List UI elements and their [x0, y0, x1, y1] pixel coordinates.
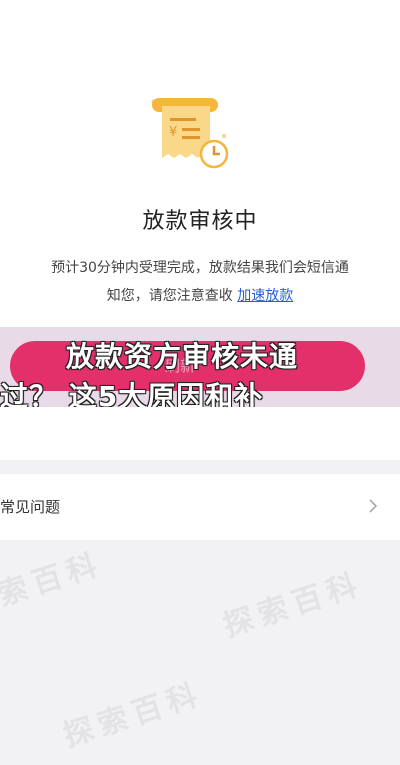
clock-icon [199, 139, 229, 169]
status-desc-line2-text: 知您，请您注意查收 [106, 288, 233, 304]
article-title-overlay: 刷新 放款资方审核未通 过？ 这5大原因和补 [0, 327, 400, 407]
watermark-text: 探索百科 [219, 566, 367, 645]
status-desc-line1: 预计30分钟内受理完成，放款结果我们会短信通 [51, 260, 349, 276]
watermark-text: 探索百科 [59, 676, 207, 755]
faq-label: 常见问题 [0, 498, 61, 516]
caption-line2: 过？ 这5大原因和补 [0, 380, 264, 407]
status-desc-line2: 知您，请您注意查收 加速放款 [0, 282, 400, 310]
watermark-text: 探索百科 [0, 546, 107, 625]
overlay-caption: 放款资方审核未通 过？ 这5大原因和补 [0, 337, 366, 407]
status-description: 预计30分钟内受理完成，放款结果我们会短信通 知您，请您注意查收 加速放款 [0, 254, 400, 310]
caption-line1: 放款资方审核未通 [66, 340, 299, 373]
speed-up-loan-link[interactable]: 加速放款 [237, 288, 293, 304]
status-title: 放款审核中 [142, 209, 258, 234]
faq-row[interactable]: 常见问题 [0, 474, 400, 540]
receipt-icon: ¥ [151, 98, 229, 169]
svg-text:¥: ¥ [169, 125, 177, 140]
chevron-right-icon [369, 499, 378, 513]
